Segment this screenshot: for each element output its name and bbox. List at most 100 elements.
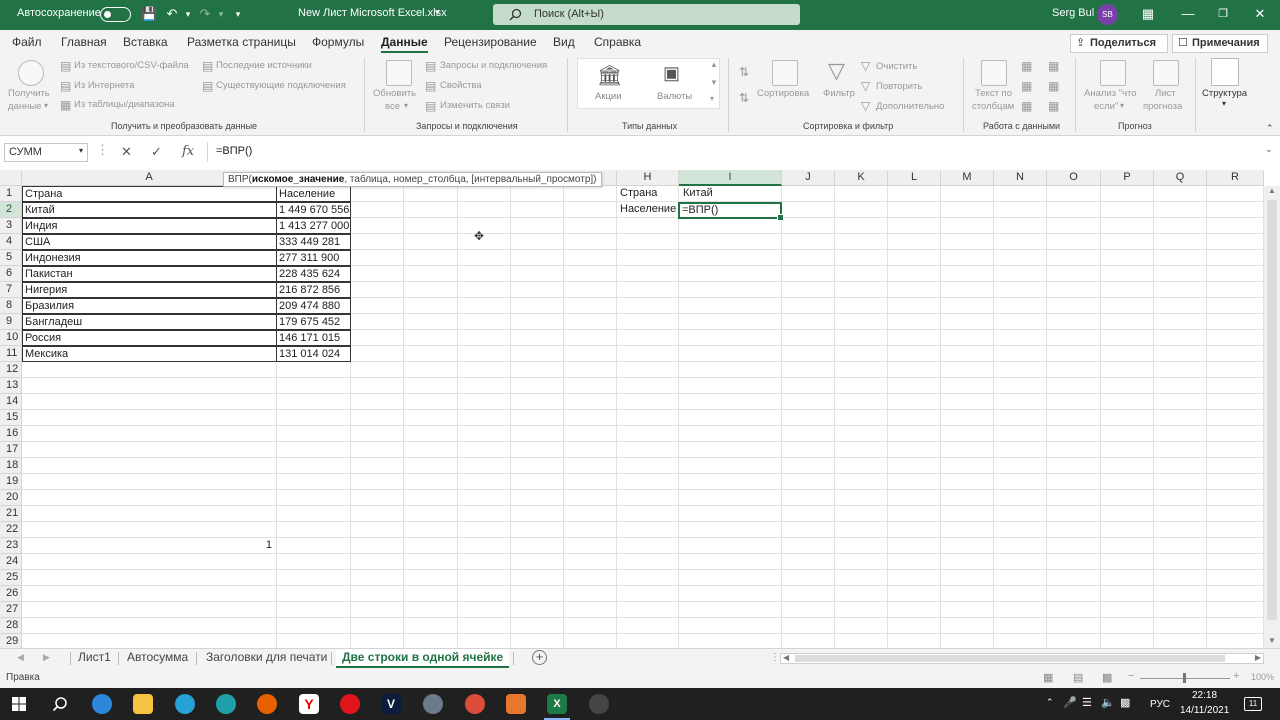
- tab-insert[interactable]: Вставка: [123, 35, 168, 49]
- get-data-label-2[interactable]: данные: [8, 101, 41, 112]
- tab-review[interactable]: Рецензирование: [444, 35, 537, 49]
- row-header[interactable]: 16: [0, 426, 22, 442]
- video-editor-icon[interactable]: V: [381, 694, 401, 714]
- horizontal-scrollbar[interactable]: ◀ ▶: [780, 653, 1264, 664]
- row-header[interactable]: 21: [0, 506, 22, 522]
- ribbon-display-options-icon[interactable]: ▦: [1140, 5, 1156, 23]
- table-cell-population[interactable]: 1 413 277 000: [276, 218, 351, 234]
- vertical-scrollbar[interactable]: ▲ ▼: [1264, 186, 1280, 650]
- chrome-icon[interactable]: [465, 694, 485, 714]
- sheet-tab-3[interactable]: Заголовки для печати: [206, 649, 327, 668]
- data-validation-icon[interactable]: ▦: [1021, 99, 1032, 113]
- row-header[interactable]: 5: [0, 250, 22, 266]
- row-header[interactable]: 13: [0, 378, 22, 394]
- sheet-tab-active[interactable]: Две строки в одной ячейке: [336, 649, 510, 668]
- zoom-out-icon[interactable]: −: [1128, 670, 1134, 682]
- clock-time[interactable]: 22:18: [1192, 690, 1217, 701]
- table-cell-population[interactable]: 131 014 024: [276, 346, 351, 362]
- table-cell-country[interactable]: Бразилия: [22, 298, 277, 314]
- tab-file[interactable]: Файл: [12, 35, 42, 49]
- redo-dropdown-icon[interactable]: ▾: [213, 6, 229, 22]
- tooltip-current-arg[interactable]: искомое_значение: [252, 174, 345, 185]
- scroll-right-icon[interactable]: ▶: [1255, 653, 1261, 662]
- column-header-q[interactable]: Q: [1154, 170, 1207, 186]
- gallery-up-icon[interactable]: ▲: [710, 60, 718, 69]
- prev-sheet-icon[interactable]: ◀: [17, 652, 24, 663]
- name-box-dropdown-icon[interactable]: ▾: [79, 146, 83, 155]
- filter-button[interactable]: Фильтр: [823, 88, 855, 99]
- flash-fill-icon[interactable]: ▦: [1021, 59, 1032, 73]
- redo-icon[interactable]: ↷: [197, 6, 213, 22]
- cell-h1[interactable]: Страна: [618, 186, 678, 202]
- row-header[interactable]: 1: [0, 186, 22, 202]
- table-cell-population[interactable]: 333 449 281: [276, 234, 351, 250]
- microphone-icon[interactable]: 🎤: [1063, 696, 1077, 709]
- edge-legacy-icon[interactable]: [175, 694, 195, 714]
- column-header-m[interactable]: M: [941, 170, 994, 186]
- row-header[interactable]: 19: [0, 474, 22, 490]
- forecast-sheet-label-1[interactable]: Лист: [1155, 88, 1176, 99]
- gallery-down-icon[interactable]: ▼: [710, 78, 718, 87]
- scroll-left-icon[interactable]: ◀: [783, 653, 789, 662]
- file-explorer-icon[interactable]: [133, 694, 153, 714]
- row-header[interactable]: 25: [0, 570, 22, 586]
- excel-taskbar-icon[interactable]: X: [547, 694, 567, 714]
- outline-button[interactable]: Структура: [1202, 88, 1247, 99]
- row-header[interactable]: 20: [0, 490, 22, 506]
- vertical-scroll-thumb[interactable]: [1267, 200, 1277, 620]
- column-header-k[interactable]: K: [835, 170, 888, 186]
- row-header[interactable]: 4: [0, 234, 22, 250]
- advanced-button[interactable]: Дополнительно: [876, 101, 944, 112]
- row-header[interactable]: 14: [0, 394, 22, 410]
- save-icon[interactable]: 💾: [141, 6, 157, 22]
- row-header[interactable]: 7: [0, 282, 22, 298]
- row-header[interactable]: 3: [0, 218, 22, 234]
- firefox-icon[interactable]: [257, 694, 277, 714]
- tab-data[interactable]: Данные: [381, 35, 428, 53]
- avatar[interactable]: SB: [1097, 4, 1118, 25]
- from-web-button[interactable]: Из Интернета: [74, 80, 134, 91]
- column-header-h[interactable]: H: [617, 170, 679, 186]
- column-header-n[interactable]: N: [994, 170, 1047, 186]
- tab-formulas[interactable]: Формулы: [312, 35, 364, 49]
- file-title[interactable]: New Лист Microsoft Excel.xlsx: [298, 7, 447, 19]
- volume-icon[interactable]: 🔈: [1101, 696, 1115, 709]
- properties-button[interactable]: Свойства: [440, 80, 482, 91]
- currencies-button[interactable]: Валюты: [657, 91, 692, 102]
- restore-icon[interactable]: ❐: [1215, 5, 1231, 23]
- relationships-icon[interactable]: ▦: [1048, 79, 1059, 93]
- table-cell-country[interactable]: Мексика: [22, 346, 277, 362]
- split-handle-icon[interactable]: ⋮: [770, 652, 780, 663]
- enter-icon[interactable]: ✓: [151, 144, 162, 160]
- page-layout-view-icon[interactable]: ▤: [1073, 671, 1083, 684]
- row-header[interactable]: 9: [0, 314, 22, 330]
- tab-home[interactable]: Главная: [61, 35, 107, 49]
- active-cell-i2[interactable]: =ВПР(): [678, 202, 784, 221]
- recorder-app-icon[interactable]: [506, 694, 526, 714]
- row-header[interactable]: 22: [0, 522, 22, 538]
- clear-button[interactable]: Очистить: [876, 61, 917, 72]
- cell-i1[interactable]: Китай: [681, 186, 781, 202]
- network-icon[interactable]: ☰: [1082, 696, 1092, 709]
- row-header[interactable]: 27: [0, 602, 22, 618]
- row-header[interactable]: 6: [0, 266, 22, 282]
- worksheet-grid[interactable]: A H I J K L M N O P Q R 1 2 3 4 5 6 7 8 9 10 11 12 1…: [0, 170, 1280, 650]
- sort-za-icon[interactable]: ⇅: [739, 91, 749, 105]
- app-icon[interactable]: [423, 694, 443, 714]
- customize-qat-icon[interactable]: ▾: [230, 6, 246, 22]
- what-if-dropdown-icon[interactable]: ▾: [1120, 101, 1124, 110]
- normal-view-icon[interactable]: ▦: [1043, 671, 1053, 684]
- refresh-all-label-1[interactable]: Обновить: [373, 88, 416, 99]
- sort-button[interactable]: Сортировка: [757, 88, 809, 99]
- taskbar-search-icon[interactable]: [52, 696, 68, 712]
- reapply-button[interactable]: Повторить: [876, 81, 922, 92]
- user-name[interactable]: Serg Bul: [1052, 7, 1094, 19]
- from-text-button[interactable]: Из текстового/CSV-файла: [74, 60, 189, 71]
- row-header[interactable]: 2: [0, 202, 22, 218]
- insert-function-icon[interactable]: fx: [182, 144, 194, 159]
- zoom-slider-thumb[interactable]: [1183, 673, 1186, 683]
- gallery-more-icon[interactable]: ▾: [710, 94, 714, 103]
- table-cell-population[interactable]: 216 872 856: [276, 282, 351, 298]
- row-header[interactable]: 12: [0, 362, 22, 378]
- title-dropdown-icon[interactable]: ▾: [435, 7, 440, 18]
